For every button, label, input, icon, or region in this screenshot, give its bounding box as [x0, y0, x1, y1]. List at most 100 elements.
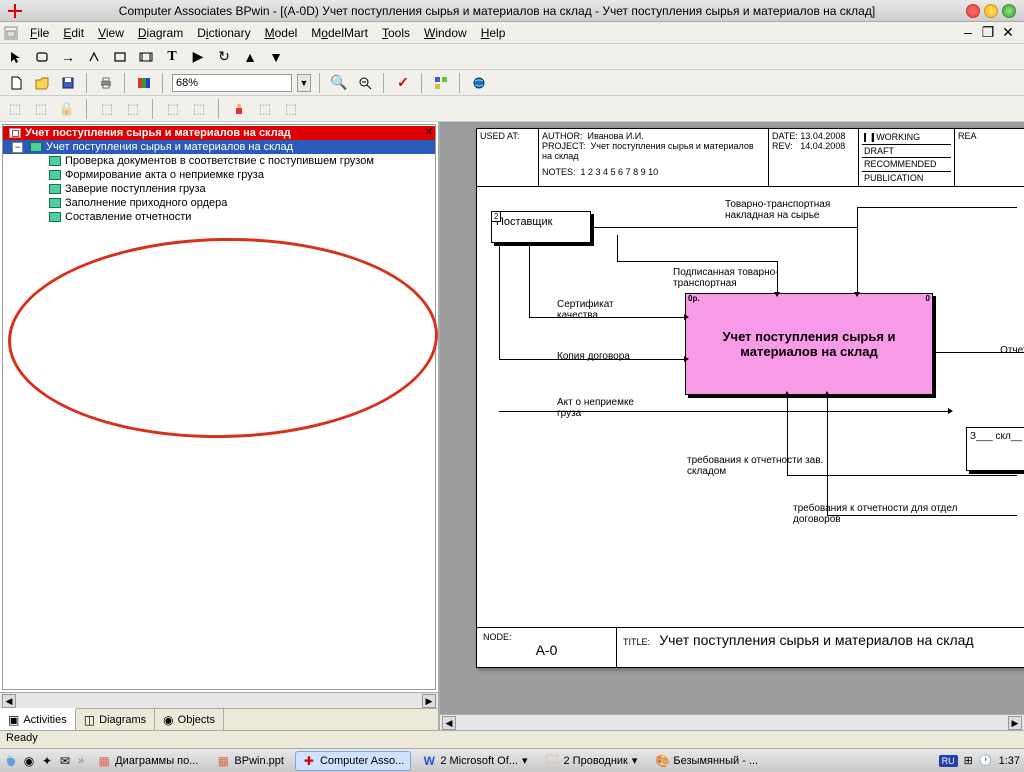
double-rect-tool-icon[interactable]: [136, 47, 156, 67]
activities-tab-icon: ▣: [8, 713, 19, 727]
separator: [383, 73, 385, 93]
tree-hscroll[interactable]: ◀ ▶: [0, 692, 438, 708]
branch-tool-icon[interactable]: [84, 47, 104, 67]
new-file-icon[interactable]: [6, 73, 26, 93]
mm-btn-5[interactable]: ⬚: [124, 100, 142, 118]
menu-window[interactable]: Window: [418, 25, 473, 41]
zoom-out-icon[interactable]: [355, 73, 375, 93]
arrow-tool-icon[interactable]: →: [58, 47, 78, 67]
separator: [319, 73, 321, 93]
arrow-label: Товарно-транспортная накладная на сырье: [725, 199, 865, 221]
apple-menu-icon[interactable]: [4, 754, 18, 768]
header-usedat: USED AT:: [477, 129, 539, 186]
quick-launch-icon[interactable]: ◉: [22, 754, 36, 768]
mm-btn-9[interactable]: ⬚: [256, 100, 274, 118]
mm-btn-1[interactable]: ⬚: [6, 100, 24, 118]
print-icon[interactable]: [96, 73, 116, 93]
tree-selected-label: Учет поступления сырья и материалов на с…: [46, 141, 293, 153]
reload-tool-icon[interactable]: ↻: [214, 47, 234, 67]
header-reader: REA: [955, 129, 1024, 186]
tree-item[interactable]: Проверка документов в соответствие с пос…: [3, 154, 435, 168]
spell-check-icon[interactable]: ✓: [393, 73, 413, 93]
tree-item[interactable]: Заверие поступления груза: [3, 182, 435, 196]
menu-file[interactable]: File: [24, 25, 55, 41]
menu-edit[interactable]: Edit: [57, 25, 90, 41]
play-tool-icon[interactable]: ▶: [188, 47, 208, 67]
language-indicator[interactable]: RU: [939, 755, 958, 767]
arrow-label: Подписанная товарно-транспортная: [673, 267, 813, 289]
zoom-input[interactable]: [172, 74, 292, 92]
external-box-out[interactable]: З___ скл__: [966, 427, 1024, 471]
tree-item[interactable]: Формирование акта о неприемке груза: [3, 168, 435, 182]
tab-objects[interactable]: ◉ Objects: [155, 709, 224, 730]
scroll-right-icon[interactable]: ▶: [422, 694, 436, 708]
minimize-window-icon[interactable]: [984, 4, 998, 18]
canvas-hscroll[interactable]: ◀ ▶: [440, 714, 1024, 730]
footer-node: NODE: A-0: [477, 628, 617, 667]
down-tool-icon[interactable]: ▼: [266, 47, 286, 67]
scroll-left-icon[interactable]: ◀: [442, 716, 456, 730]
arrow-label: Копия договора: [557, 351, 630, 362]
mm-btn-10[interactable]: ⬚: [282, 100, 300, 118]
mm-btn-2[interactable]: ⬚: [32, 100, 50, 118]
globe-icon[interactable]: [469, 73, 489, 93]
save-file-icon[interactable]: [58, 73, 78, 93]
separator: [162, 73, 164, 93]
text-tool-icon[interactable]: T: [162, 47, 182, 67]
mm-btn-4[interactable]: ⬚: [98, 100, 116, 118]
quick-launch-icon[interactable]: ✉: [58, 754, 72, 768]
menu-model[interactable]: Model: [259, 25, 304, 41]
up-tool-icon[interactable]: ▲: [240, 47, 260, 67]
tree-item-label: Заверие поступления груза: [65, 183, 206, 195]
menu-help[interactable]: Help: [475, 25, 512, 41]
diagram-body: 2 Поставщик 0р. 0 Учет поступления сырья…: [477, 187, 1024, 627]
mm-lock-icon[interactable]: 🔒: [58, 100, 76, 118]
menu-view[interactable]: View: [92, 25, 130, 41]
clock[interactable]: 1:37: [999, 755, 1020, 767]
zoom-window-icon[interactable]: [1002, 4, 1016, 18]
mdi-close-icon[interactable]: ✕: [1000, 24, 1016, 41]
activity-box-main[interactable]: 0р. 0 Учет поступления сырья и материало…: [685, 293, 933, 395]
mdi-minimize-icon[interactable]: –: [960, 24, 976, 41]
zoom-in-icon[interactable]: 🔍: [329, 73, 349, 93]
scroll-left-icon[interactable]: ◀: [2, 694, 16, 708]
panel-close-icon[interactable]: ✕: [425, 127, 433, 138]
menu-modelmart[interactable]: ModelMart: [305, 25, 374, 41]
tree-item[interactable]: Заполнение приходного ордера: [3, 196, 435, 210]
quick-launch-icon[interactable]: ✦: [40, 754, 54, 768]
activity-icon: [30, 142, 42, 152]
close-window-icon[interactable]: [966, 4, 980, 18]
tab-diagrams[interactable]: ◫ Diagrams: [76, 709, 155, 730]
mm-btn-7[interactable]: ⬚: [190, 100, 208, 118]
report-icon[interactable]: [134, 73, 154, 93]
diagram-header: USED AT: AUTHOR: Иванова И.И. PROJECT: У…: [477, 129, 1024, 187]
zoom-dropdown-icon[interactable]: ▼: [297, 74, 311, 92]
model-explorer-icon[interactable]: [431, 73, 451, 93]
pointer-tool-icon[interactable]: [6, 47, 26, 67]
tab-activities[interactable]: ▣ Activities: [0, 708, 76, 730]
separator: [218, 99, 220, 119]
menu-diagram[interactable]: Diagram: [132, 25, 189, 41]
tree-view[interactable]: ✕ Учет поступления сырья и материалов на…: [2, 124, 436, 690]
rect-tool-icon[interactable]: [110, 47, 130, 67]
external-box-supplier[interactable]: 2 Поставщик: [491, 211, 591, 243]
menu-dictionary[interactable]: Dictionary: [191, 25, 256, 41]
collapse-icon[interactable]: −: [12, 142, 23, 153]
mm-btn-6[interactable]: ⬚: [164, 100, 182, 118]
diagram-canvas[interactable]: USED AT: AUTHOR: Иванова И.И. PROJECT: У…: [440, 122, 1024, 730]
ppt-icon: ▦: [97, 754, 111, 768]
paint-icon: 🎨: [655, 754, 669, 768]
tree-root-row[interactable]: Учет поступления сырья и материалов на с…: [3, 126, 435, 140]
open-file-icon[interactable]: [32, 73, 52, 93]
tray-icon[interactable]: ⊞: [964, 754, 973, 767]
scroll-right-icon[interactable]: ▶: [1008, 716, 1022, 730]
box-tool-icon[interactable]: [32, 47, 52, 67]
mm-person-icon[interactable]: [230, 100, 248, 118]
tray-icon[interactable]: 🕐: [979, 754, 993, 767]
tree-item[interactable]: Составление отчетности: [3, 210, 435, 224]
tree-item-label: Заполнение приходного ордера: [65, 197, 227, 209]
menu-tools[interactable]: Tools: [376, 25, 416, 41]
tree-selected-row[interactable]: − Учет поступления сырья и материалов на…: [3, 140, 435, 154]
titlebar: Computer Associates BPwin - [(A-0D) Учет…: [0, 0, 1024, 22]
mdi-restore-icon[interactable]: ❐: [980, 24, 996, 41]
